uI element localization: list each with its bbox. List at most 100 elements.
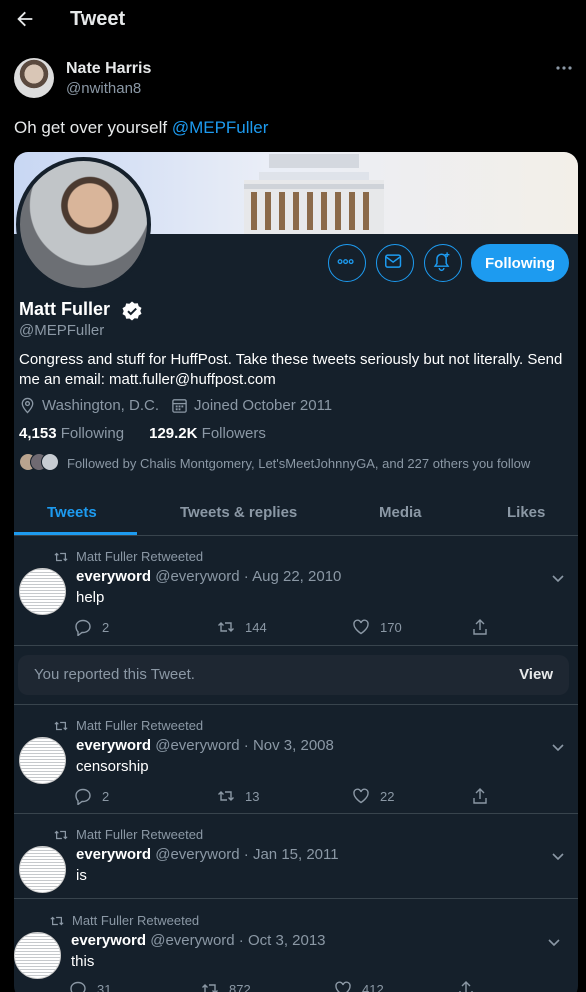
retweeted-label: Matt Fuller Retweeted — [54, 549, 203, 564]
reply-icon — [75, 619, 91, 636]
reply-count: 2 — [102, 788, 110, 804]
profile-tabs: Tweets Tweets & replies Media Likes — [14, 494, 578, 536]
verified-icon — [122, 301, 142, 321]
tweet-author: Nate Harris @nwithan8 — [14, 58, 574, 100]
tweet-author-name[interactable]: everyword — [71, 932, 146, 949]
tweet-header: everyword @everyword · Jan 15, 2011 — [76, 846, 339, 863]
tweet-header: everyword @everyword · Oct 3, 2013 — [71, 932, 326, 949]
retweeted-text: Matt Fuller Retweeted — [76, 718, 204, 733]
retweeted-text: Matt Fuller Retweeted — [72, 913, 200, 928]
following-label: Following — [60, 425, 125, 442]
mail-icon — [385, 254, 402, 268]
profile-name: Matt Fuller — [19, 299, 111, 319]
share-icon — [459, 981, 473, 992]
message-button[interactable] — [376, 244, 414, 282]
tweet-avatar[interactable] — [19, 568, 66, 615]
chevron-down-icon[interactable] — [546, 934, 562, 950]
retweeted-label: Matt Fuller Retweeted — [54, 827, 203, 842]
followers-link[interactable]: 129.2K Followers — [149, 425, 266, 442]
retweet-icon — [50, 916, 64, 925]
tweet-header: everyword @everyword · Aug 22, 2010 — [76, 568, 341, 585]
reply-button[interactable]: 2 — [74, 618, 109, 636]
chevron-down-icon[interactable] — [550, 848, 566, 864]
following-link[interactable]: 4,153 Following — [19, 425, 124, 442]
retweet-icon — [54, 830, 68, 839]
share-button[interactable] — [457, 980, 485, 992]
retweet-icon — [54, 721, 68, 730]
tweet-item[interactable]: Matt Fuller Retweeted everyword @everywo… — [14, 814, 578, 899]
tab-likes[interactable]: Likes — [507, 504, 545, 521]
profile-card[interactable]: Following Matt Fuller @MEPFuller Congres… — [14, 152, 578, 992]
chevron-down-icon[interactable] — [550, 570, 566, 586]
reported-notice: You reported this Tweet. View — [18, 655, 569, 695]
followers-you-know-avatars — [19, 453, 59, 473]
profile-meta: Washington, D.C. Joined October 2011 — [19, 397, 332, 414]
bell-icon — [433, 252, 450, 272]
tweet-meta: @everyword · Nov 3, 2008 — [155, 737, 334, 754]
retweet-button[interactable]: 13 — [217, 787, 259, 805]
tweet-body: is — [76, 867, 87, 884]
author-avatar[interactable] — [14, 58, 54, 98]
page-title: Tweet — [70, 8, 126, 30]
following-button[interactable]: Following — [471, 244, 569, 282]
chevron-down-icon[interactable] — [550, 739, 566, 755]
tab-tweets-replies[interactable]: Tweets & replies — [180, 504, 297, 521]
share-button[interactable] — [471, 618, 499, 636]
tweet-avatar[interactable] — [14, 932, 61, 979]
tweet-author-name[interactable]: everyword — [76, 568, 151, 585]
top-bar: Tweet — [0, 0, 586, 42]
tweet-avatar[interactable] — [19, 737, 66, 784]
tweet-author-name[interactable]: everyword — [76, 737, 151, 754]
profile-location: Washington, D.C. — [42, 397, 159, 414]
tab-media[interactable]: Media — [379, 504, 422, 521]
share-button[interactable] — [471, 787, 499, 805]
reply-count: 31 — [97, 981, 112, 992]
like-button[interactable]: 22 — [352, 787, 394, 805]
profile-avatar[interactable] — [16, 157, 151, 292]
like-count: 170 — [380, 619, 402, 635]
notifications-button[interactable] — [424, 244, 462, 282]
retweet-button[interactable]: 144 — [217, 618, 267, 636]
view-button[interactable]: View — [519, 666, 553, 683]
tweet-author-name[interactable]: everyword — [76, 846, 151, 863]
retweet-icon — [202, 984, 218, 992]
share-icon — [473, 788, 487, 804]
reply-button[interactable]: 2 — [74, 787, 109, 805]
tweet-mention-link[interactable]: @MEPFuller — [172, 118, 269, 137]
retweeted-text: Matt Fuller Retweeted — [76, 549, 204, 564]
profile-more-button[interactable] — [328, 244, 366, 282]
tab-tweets[interactable]: Tweets — [47, 504, 97, 521]
tweet-item[interactable]: Matt Fuller Retweeted everyword @everywo… — [14, 900, 578, 992]
author-name[interactable]: Nate Harris — [66, 60, 151, 78]
tweet-body: this — [71, 953, 95, 970]
retweet-count: 13 — [245, 788, 260, 804]
like-icon — [353, 619, 369, 635]
tweet-item[interactable]: Matt Fuller Retweeted everyword @everywo… — [14, 536, 578, 646]
retweet-button[interactable]: 872 — [201, 980, 251, 992]
capitol-dome-image — [244, 154, 384, 234]
like-icon — [335, 981, 351, 992]
back-arrow-icon[interactable] — [14, 8, 36, 30]
retweeted-label: Matt Fuller Retweeted — [50, 913, 199, 928]
tweet-meta: @everyword · Jan 15, 2011 — [155, 846, 339, 863]
tweet-item[interactable]: Matt Fuller Retweeted everyword @everywo… — [14, 704, 578, 814]
reply-count: 2 — [102, 619, 110, 635]
followed-by-text: Followed by Chalis Montgomery, Let'sMeet… — [67, 455, 531, 471]
more-icon[interactable] — [554, 58, 574, 78]
calendar-icon — [172, 399, 187, 413]
profile-bio: Congress and stuff for HuffPost. Take th… — [19, 351, 563, 388]
like-button[interactable]: 170 — [352, 618, 402, 636]
tweet-body: help — [76, 589, 105, 606]
tweet-body: censorship — [76, 758, 149, 775]
tweet-actions: 2 144 170 — [74, 618, 494, 638]
tweet-avatar[interactable] — [19, 846, 66, 893]
followed-by[interactable]: Followed by Chalis Montgomery, Let'sMeet… — [19, 453, 530, 473]
like-button[interactable]: 412 — [334, 980, 384, 992]
share-icon — [473, 619, 487, 635]
retweeted-text: Matt Fuller Retweeted — [76, 827, 204, 842]
tweet-meta: @everyword · Oct 3, 2013 — [150, 932, 326, 949]
like-icon — [353, 788, 369, 804]
reply-button[interactable]: 31 — [69, 980, 111, 992]
tweet-text: Oh get over yourself @MEPFuller — [14, 118, 268, 138]
author-handle[interactable]: @nwithan8 — [66, 80, 141, 97]
